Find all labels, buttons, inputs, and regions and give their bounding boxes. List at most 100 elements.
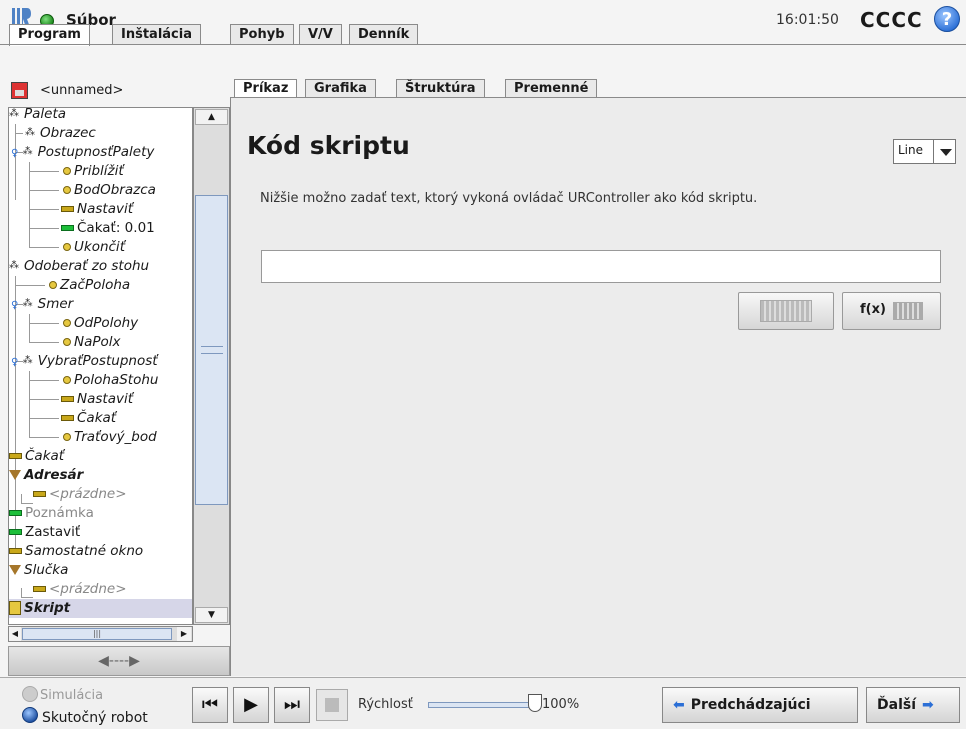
group-icon: ⁂	[9, 260, 19, 271]
wait-icon	[9, 453, 22, 459]
tree-node-adresar[interactable]: Adresár	[9, 466, 83, 485]
placeholder-icon	[33, 491, 46, 497]
tab-command[interactable]: Príkaz	[234, 79, 298, 99]
scroll-grip-icon	[201, 346, 223, 354]
speed-label: Rýchlosť	[358, 697, 413, 712]
tree-node-tratovy-bod[interactable]: Traťový_bod	[63, 428, 157, 447]
scroll-down-arrow-icon[interactable]: ▼	[195, 607, 228, 623]
tab-io[interactable]: V/V	[299, 24, 342, 44]
resize-panel-button[interactable]: ◀‑‑‑‑▶	[8, 646, 230, 676]
play-icon[interactable]: ▶	[233, 687, 269, 723]
tab-log[interactable]: Denník	[349, 24, 419, 44]
skip-back-icon[interactable]: ⏮	[192, 687, 228, 723]
robot-name: CCCC	[860, 8, 923, 32]
scroll-left-arrow-icon[interactable]: ◀	[9, 627, 21, 641]
popup-icon	[9, 548, 22, 554]
page-title: Kód skriptu	[247, 131, 410, 160]
group-icon: ⁂	[22, 146, 33, 157]
script-input[interactable]	[261, 250, 941, 283]
tree-node-skript[interactable]: Skript	[9, 599, 192, 618]
waypoint-icon	[63, 167, 71, 175]
tree-node-obrazec[interactable]: ⁂ Obrazec	[25, 124, 96, 143]
script-icon	[9, 601, 21, 615]
expression-editor-button[interactable]	[842, 292, 941, 330]
tree-node-zastavit[interactable]: Zastaviť	[9, 523, 80, 542]
group-icon: ⁂	[22, 298, 33, 309]
speed-slider-thumb[interactable]	[528, 694, 542, 712]
tree-node-poznamka[interactable]: Poznámka	[9, 504, 94, 523]
description-text: Nižšie možno zadať text, ktorý vykoná ov…	[260, 191, 758, 206]
program-name: <unnamed>	[40, 83, 124, 98]
tree-node-priblizit[interactable]: Priblížiť	[63, 162, 124, 181]
calculator-icon	[893, 302, 923, 320]
previous-button[interactable]: ⬅ Predchádzajúci	[662, 687, 858, 723]
set-icon	[61, 206, 74, 212]
program-tree[interactable]: ⁂ Paleta ⁂ Obrazec ♀ ⁂ PostupnosťPalety Pri…	[8, 107, 193, 625]
speed-value: 100%	[542, 697, 580, 712]
tree-node-postupnost-palety[interactable]: ♀ ⁂ PostupnosťPalety	[11, 143, 154, 162]
tree-node-empty[interactable]: <prázdne>	[33, 485, 127, 504]
command-panel	[230, 98, 966, 676]
tree-node-odoberat-zo-stohu[interactable]: ⁂ Odoberať zo stohu	[9, 257, 149, 276]
expand-icon[interactable]: ♀	[11, 300, 18, 311]
waypoint-icon	[63, 338, 71, 346]
group-icon: ⁂	[22, 355, 33, 366]
tab-variables[interactable]: Premenné	[505, 79, 598, 98]
tree-node-na-polx[interactable]: NaPolx	[63, 333, 121, 352]
tree-node-vybrat-postupnost[interactable]: ♀ ⁂ VybraťPostupnosť	[11, 352, 158, 371]
save-icon[interactable]	[11, 82, 28, 99]
tree-node-ukoncit[interactable]: Ukončiť	[63, 238, 125, 257]
tree-node-paleta[interactable]: ⁂ Paleta	[9, 108, 66, 124]
chevron-down-icon[interactable]	[933, 140, 956, 163]
speed-slider[interactable]	[428, 702, 538, 708]
tab-structure[interactable]: Štruktúra	[396, 79, 485, 98]
tree-node-samostatne-okno[interactable]: Samostatné okno	[9, 542, 143, 561]
fx-label: f(x)	[860, 302, 886, 317]
set-icon	[61, 396, 74, 402]
tab-program[interactable]: Program	[9, 24, 90, 46]
tab-installation[interactable]: Inštalácia	[112, 24, 201, 44]
simulation-label[interactable]: Simulácia	[40, 688, 103, 703]
tree-node-empty-2[interactable]: <prázdne>	[33, 580, 127, 599]
waypoint-icon	[63, 319, 71, 327]
group-icon: ⁂	[25, 127, 35, 138]
expand-icon[interactable]: ♀	[11, 148, 18, 159]
next-button[interactable]: Ďalší ➡	[866, 687, 960, 723]
group-icon: ⁂	[9, 108, 19, 119]
tree-node-nastavit[interactable]: Nastaviť	[61, 200, 133, 219]
waypoint-icon	[63, 186, 71, 194]
tree-node-cakat-001[interactable]: Čakať: 0.01	[61, 219, 155, 238]
tree-node-od-polohy[interactable]: OdPolohy	[63, 314, 138, 333]
tree-node-smer[interactable]: ♀ ⁂ Smer	[11, 295, 73, 314]
mode-dropdown-value[interactable]: Line	[898, 143, 923, 157]
simulation-radio[interactable]	[22, 686, 38, 702]
tree-node-slucka[interactable]: Slučka	[9, 561, 68, 580]
step-forward-icon[interactable]: ⏭	[274, 687, 310, 723]
arrow-left-icon: ⬅	[673, 697, 685, 713]
real-robot-radio[interactable]	[22, 707, 38, 723]
stop-icon[interactable]	[316, 689, 348, 721]
arrow-right-icon: ➡	[922, 697, 934, 713]
tree-node-zac-poloha[interactable]: ZačPoloha	[49, 276, 130, 295]
scroll-right-arrow-icon[interactable]: ▶	[177, 627, 191, 641]
real-robot-label[interactable]: Skutočný robot	[42, 710, 148, 726]
scroll-up-arrow-icon[interactable]: ▲	[195, 109, 228, 125]
clock: 16:01:50	[776, 12, 839, 28]
tree-node-bod-obrazca[interactable]: BodObrazca	[63, 181, 156, 200]
expand-icon[interactable]: ♀	[11, 357, 18, 368]
tab-graphics[interactable]: Grafika	[305, 79, 376, 98]
keyboard-icon	[760, 300, 812, 322]
tree-node-cakat-2[interactable]: Čakať	[9, 447, 64, 466]
waypoint-icon	[63, 376, 71, 384]
tree-node-poloha-stohu[interactable]: PolohaStohu	[63, 371, 158, 390]
comment-icon	[9, 510, 22, 516]
loop-icon	[9, 565, 21, 575]
waypoint-icon	[63, 433, 71, 441]
tree-node-cakat[interactable]: Čakať	[61, 409, 116, 428]
tree-node-nastavit-2[interactable]: Nastaviť	[61, 390, 133, 409]
waypoint-icon	[63, 243, 71, 251]
horizontal-scroll-thumb[interactable]: |||	[22, 628, 172, 640]
tab-move[interactable]: Pohyb	[230, 24, 294, 44]
help-icon[interactable]: ?	[934, 6, 960, 32]
waypoint-icon	[49, 281, 57, 289]
